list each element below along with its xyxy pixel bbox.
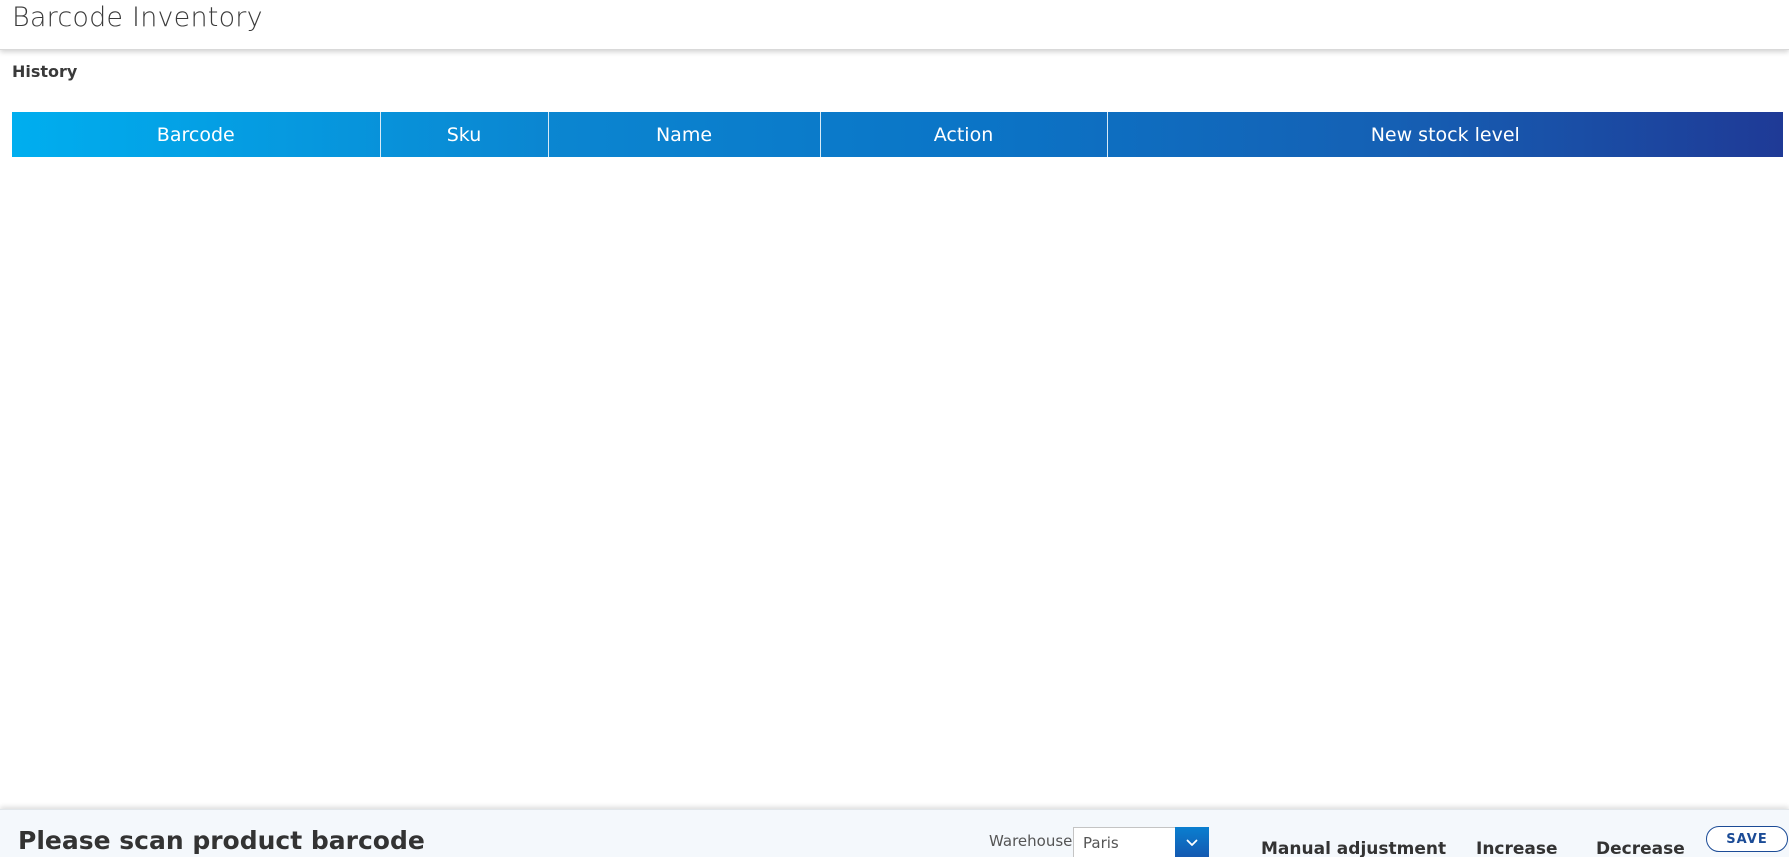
warehouse-label: Warehouse: [989, 832, 1073, 850]
save-button[interactable]: SAVE: [1706, 826, 1788, 852]
column-header-new-stock-level[interactable]: New stock level: [1107, 112, 1783, 157]
warehouse-select[interactable]: Paris: [1073, 827, 1209, 857]
table-header-row: Barcode Sku Name Action New stock level: [12, 112, 1783, 157]
scan-bar: Please scan product barcode Warehouse Pa…: [0, 809, 1789, 857]
manual-adjustment-option[interactable]: Manual adjustment: [1261, 839, 1446, 857]
column-header-action[interactable]: Action: [820, 112, 1108, 157]
column-header-name[interactable]: Name: [548, 112, 821, 157]
column-header-sku[interactable]: Sku: [380, 112, 549, 157]
history-label: History: [12, 62, 78, 81]
decrease-option[interactable]: Decrease: [1596, 839, 1685, 857]
column-header-barcode[interactable]: Barcode: [12, 112, 381, 157]
increase-option[interactable]: Increase: [1476, 839, 1558, 857]
chevron-down-icon: [1186, 839, 1198, 846]
page-header: Barcode Inventory: [0, 0, 1789, 50]
barcode-inventory-app: Barcode Inventory History Barcode Sku Na…: [0, 0, 1789, 857]
history-table-container: Barcode Sku Name Action New stock level: [12, 112, 1783, 157]
scan-prompt: Please scan product barcode: [18, 826, 425, 855]
dropdown-button[interactable]: [1175, 827, 1209, 857]
history-table: Barcode Sku Name Action New stock level: [12, 112, 1783, 157]
warehouse-selected-value: Paris: [1083, 834, 1119, 852]
page-title: Barcode Inventory: [12, 2, 263, 33]
